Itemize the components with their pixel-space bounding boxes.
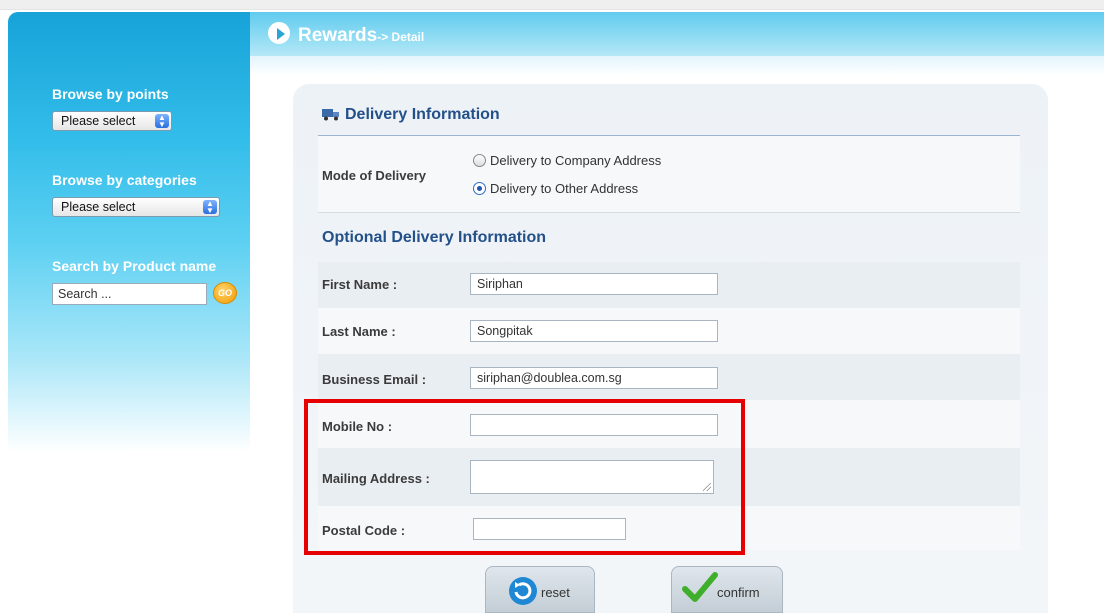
highlight-box xyxy=(304,399,745,555)
other-address-radio[interactable] xyxy=(473,182,486,195)
header-shadow xyxy=(250,56,1104,76)
refresh-icon xyxy=(509,577,537,605)
reset-button[interactable]: reset xyxy=(485,566,595,613)
optional-delivery-information-title: Optional Delivery Information xyxy=(322,229,547,246)
page-title-text: Rewards xyxy=(298,25,378,46)
business-email-input[interactable]: siriphan@doublea.com.sg xyxy=(470,367,718,389)
select-arrows-icon: ▲ ▼ xyxy=(155,114,169,129)
categories-select-value: Please select xyxy=(61,200,136,214)
delivery-information-title: Delivery Information xyxy=(345,106,500,123)
page-header: Rewards-> Detail xyxy=(250,12,1104,56)
top-strip xyxy=(0,0,1104,10)
divider xyxy=(318,212,1020,213)
search-placeholder: Search ... xyxy=(58,287,112,301)
last-name-label: Last Name : xyxy=(322,324,396,339)
first-name-label: First Name : xyxy=(322,277,398,292)
page-title: Rewards-> Detail xyxy=(298,25,424,47)
other-address-label: Delivery to Other Address xyxy=(490,181,639,196)
go-button[interactable]: GO xyxy=(213,282,237,304)
page-subtitle: -> Detail xyxy=(377,30,425,44)
last-name-input[interactable]: Songpitak xyxy=(470,320,718,342)
truck-icon xyxy=(322,109,339,121)
play-arrow-icon xyxy=(268,22,290,44)
mode-of-delivery-label: Mode of Delivery xyxy=(322,168,427,183)
sidebar xyxy=(8,12,250,452)
first-name-input[interactable]: Siriphan xyxy=(470,273,718,295)
checkmark-icon xyxy=(682,572,718,602)
points-select[interactable]: Please select ▲ ▼ xyxy=(52,111,172,131)
points-select-value: Please select xyxy=(61,114,136,128)
business-email-label: Business Email : xyxy=(322,372,427,387)
search-input[interactable]: Search ... xyxy=(52,283,207,305)
search-by-product-label: Search by Product name xyxy=(52,258,217,274)
confirm-label: confirm xyxy=(717,585,760,600)
categories-select[interactable]: Please select ▲ ▼ xyxy=(52,197,220,217)
company-address-radio[interactable] xyxy=(473,154,486,167)
browse-by-categories-label: Browse by categories xyxy=(52,172,197,188)
company-address-label: Delivery to Company Address xyxy=(490,153,662,168)
select-arrows-icon: ▲ ▼ xyxy=(203,200,217,215)
reset-label: reset xyxy=(541,585,570,600)
confirm-button[interactable]: confirm xyxy=(671,566,783,613)
browse-by-points-label: Browse by points xyxy=(52,86,169,102)
go-label: GO xyxy=(217,288,232,298)
